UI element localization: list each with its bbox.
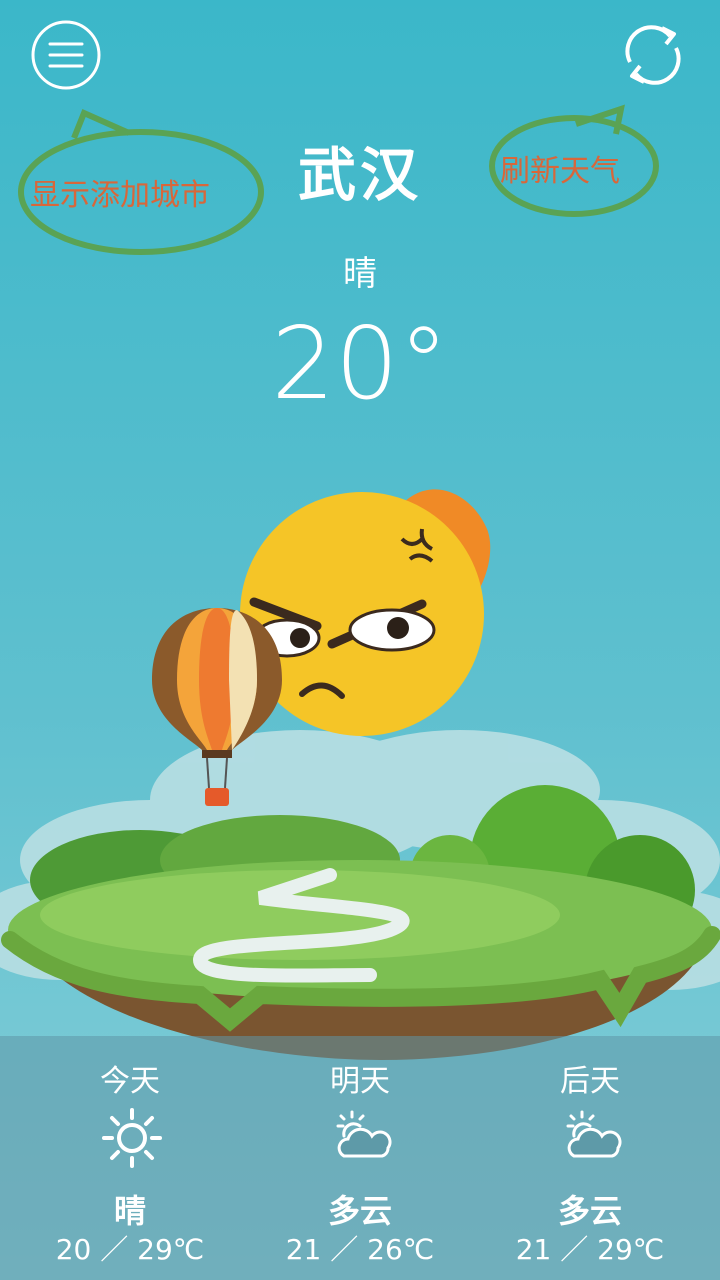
refresh-button[interactable] — [618, 20, 688, 90]
forecast-condition: 多云 — [557, 1192, 622, 1230]
partly-cloudy-icon — [566, 1110, 622, 1158]
forecast-condition: 多云 — [327, 1192, 392, 1230]
forecast-day-today: 今天 晴 20 ／ 29℃ — [10, 1036, 250, 1280]
menu-button[interactable] — [31, 20, 101, 90]
current-temperature: 20° — [271, 305, 449, 422]
forecast-day-label: 今天 — [100, 1064, 160, 1099]
forecast-temp-range: 21 ／ 29℃ — [515, 1233, 665, 1266]
menu-icon — [31, 20, 101, 90]
forecast-day-label: 明天 — [330, 1064, 390, 1099]
forecast-day-label: 后天 — [560, 1064, 620, 1099]
forecast-temp-range: 21 ／ 26℃ — [285, 1233, 435, 1266]
forecast-temp-range: 20 ／ 29℃ — [55, 1233, 205, 1266]
refresh-icon — [625, 25, 681, 85]
forecast-day-tomorrow: 明天 多云 21 ／ 26℃ — [240, 1036, 480, 1280]
weather-illustration — [0, 489, 720, 1060]
partly-cloudy-icon — [336, 1110, 392, 1158]
city-name: 武汉 — [297, 141, 422, 209]
forecast-panel: 今天 晴 20 ／ 29℃ 明天 多云 21 ／ 26℃ 后天 多云 21 ／ … — [0, 1036, 720, 1280]
current-condition: 晴 — [343, 254, 377, 294]
forecast-condition: 晴 — [113, 1192, 146, 1230]
forecast-day-after-tomorrow: 后天 多云 21 ／ 29℃ — [470, 1036, 710, 1280]
sun-icon — [102, 1108, 162, 1168]
